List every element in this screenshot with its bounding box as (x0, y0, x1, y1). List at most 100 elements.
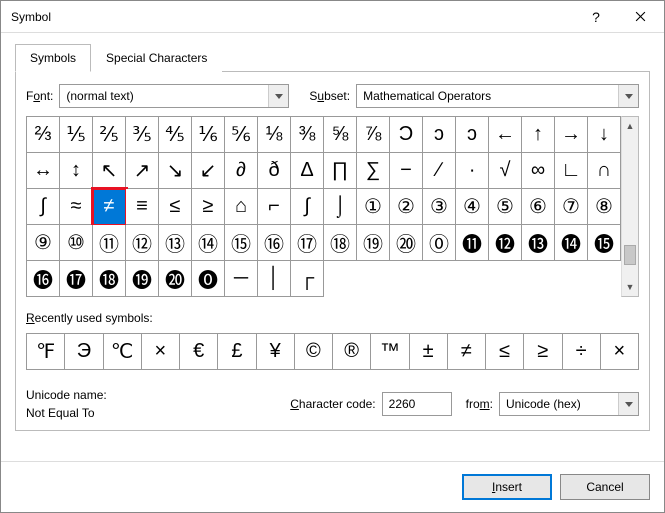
symbol-cell[interactable]: ∏ (324, 153, 357, 189)
symbol-cell[interactable]: ⌡ (324, 189, 357, 225)
recent-cell[interactable]: ± (410, 334, 448, 370)
symbol-cell[interactable]: ⅖ (93, 117, 126, 153)
recent-cell[interactable]: £ (218, 334, 256, 370)
symbol-cell[interactable]: ⑪ (93, 225, 126, 261)
symbol-cell[interactable]: ↘ (159, 153, 192, 189)
from-combo[interactable]: Unicode (hex) (499, 392, 639, 416)
symbol-cell[interactable]: ∫ (27, 189, 60, 225)
symbol-cell[interactable]: ⑯ (258, 225, 291, 261)
char-code-input[interactable] (382, 392, 452, 416)
symbol-cell[interactable]: ⑦ (555, 189, 588, 225)
symbol-cell[interactable]: ⑰ (291, 225, 324, 261)
symbol-cell[interactable]: ∕ (423, 153, 456, 189)
scroll-track[interactable] (622, 135, 638, 278)
symbol-cell[interactable]: ↗ (126, 153, 159, 189)
symbol-cell[interactable]: ↙ (192, 153, 225, 189)
subset-combo[interactable]: Mathematical Operators (356, 84, 639, 108)
symbol-cell[interactable]: ⑳ (390, 225, 423, 261)
recent-cell[interactable]: × (601, 334, 639, 370)
symbol-cell[interactable]: ⓫ (456, 225, 489, 261)
symbol-cell[interactable]: ┌ (291, 261, 324, 297)
symbol-cell[interactable]: ⑫ (126, 225, 159, 261)
tab-symbols[interactable]: Symbols (15, 44, 91, 72)
symbol-cell[interactable]: ⓰ (27, 261, 60, 297)
recent-cell[interactable]: × (142, 334, 180, 370)
symbol-cell[interactable]: ⑤ (489, 189, 522, 225)
help-button[interactable]: ? (574, 2, 618, 32)
recent-cell[interactable]: € (180, 334, 218, 370)
recent-cell[interactable]: ™ (371, 334, 409, 370)
symbol-cell[interactable]: ⓱ (60, 261, 93, 297)
symbol-cell[interactable]: ← (489, 117, 522, 153)
symbol-cell[interactable]: ─ (225, 261, 258, 297)
symbol-cell[interactable]: ⅘ (159, 117, 192, 153)
symbol-cell[interactable]: ↖ (93, 153, 126, 189)
recent-cell[interactable]: ℉ (27, 334, 65, 370)
symbol-cell[interactable]: Ɔ (390, 117, 423, 153)
symbol-grid[interactable]: ⅔⅕⅖⅗⅘⅙⅚⅛⅜⅝⅞Ɔɔɔ←↑→↓↔↕↖↗↘↙∂ðΔ∏∑−∕∙√∞∟∩∫≈≠≡… (26, 116, 621, 297)
symbol-cell[interactable]: ɔ (423, 117, 456, 153)
symbol-cell[interactable]: ∞ (522, 153, 555, 189)
scroll-down-icon[interactable]: ▼ (622, 278, 638, 296)
symbol-cell[interactable]: ⅜ (291, 117, 324, 153)
recent-cell[interactable]: ® (333, 334, 371, 370)
symbol-cell[interactable]: → (555, 117, 588, 153)
symbol-cell[interactable]: ⓪ (423, 225, 456, 261)
symbol-cell[interactable]: ⓴ (159, 261, 192, 297)
symbol-cell[interactable]: ⅚ (225, 117, 258, 153)
symbol-cell[interactable]: ⓳ (126, 261, 159, 297)
recent-cell[interactable]: ℃ (104, 334, 142, 370)
symbol-cell[interactable]: ⑧ (588, 189, 621, 225)
symbol-cell[interactable]: ∫ (291, 189, 324, 225)
symbol-cell[interactable]: ⑨ (27, 225, 60, 261)
symbol-cell[interactable]: ∑ (357, 153, 390, 189)
symbol-cell[interactable]: ⑮ (225, 225, 258, 261)
font-combo[interactable]: (normal text) (59, 84, 289, 108)
recent-cell[interactable]: © (295, 334, 333, 370)
symbol-cell[interactable]: ↑ (522, 117, 555, 153)
symbol-cell[interactable]: ≥ (192, 189, 225, 225)
recent-cell[interactable]: Э (65, 334, 103, 370)
symbol-cell[interactable]: ⑭ (192, 225, 225, 261)
symbol-cell[interactable]: ⑱ (324, 225, 357, 261)
close-button[interactable] (618, 2, 662, 32)
symbol-cell[interactable]: ⑬ (159, 225, 192, 261)
symbol-cell[interactable]: ⑥ (522, 189, 555, 225)
symbol-cell[interactable]: ⅞ (357, 117, 390, 153)
scroll-up-icon[interactable]: ▲ (622, 117, 638, 135)
symbol-cell[interactable]: ⌂ (225, 189, 258, 225)
symbol-cell[interactable]: ⅗ (126, 117, 159, 153)
scroll-thumb[interactable] (624, 245, 636, 265)
symbol-cell[interactable]: ð (258, 153, 291, 189)
symbol-cell[interactable]: ∙ (456, 153, 489, 189)
symbol-cell[interactable]: ∟ (555, 153, 588, 189)
symbol-cell[interactable]: ⑩ (60, 225, 93, 261)
symbol-cell[interactable]: ⅔ (27, 117, 60, 153)
symbol-cell[interactable]: ≡ (126, 189, 159, 225)
symbol-cell[interactable]: ≈ (60, 189, 93, 225)
symbol-cell[interactable]: ↓ (588, 117, 621, 153)
symbol-cell[interactable]: ⅙ (192, 117, 225, 153)
symbol-cell[interactable]: ③ (423, 189, 456, 225)
symbol-cell[interactable]: ≠ (93, 189, 126, 225)
symbol-cell[interactable]: ∩ (588, 153, 621, 189)
symbol-cell[interactable]: ⓬ (489, 225, 522, 261)
recent-cell[interactable]: ÷ (563, 334, 601, 370)
symbol-cell[interactable]: ⅛ (258, 117, 291, 153)
symbol-cell[interactable]: ⓯ (588, 225, 621, 261)
symbol-cell[interactable]: ① (357, 189, 390, 225)
insert-button[interactable]: Insert (462, 474, 552, 500)
symbol-cell[interactable]: ⓭ (522, 225, 555, 261)
tab-special-characters[interactable]: Special Characters (91, 44, 222, 72)
symbol-cell[interactable]: ↔ (27, 153, 60, 189)
symbol-cell[interactable]: │ (258, 261, 291, 297)
recent-symbols[interactable]: ℉Э℃×€£¥©®™±≠≤≥÷× (26, 333, 639, 370)
symbol-cell[interactable]: ≤ (159, 189, 192, 225)
symbol-cell[interactable]: ∂ (225, 153, 258, 189)
symbol-cell[interactable]: ⓲ (93, 261, 126, 297)
symbol-cell[interactable]: − (390, 153, 423, 189)
symbol-cell[interactable]: ⑲ (357, 225, 390, 261)
symbol-cell[interactable]: ⅕ (60, 117, 93, 153)
symbol-cell[interactable]: ② (390, 189, 423, 225)
symbol-cell[interactable]: ⓮ (555, 225, 588, 261)
